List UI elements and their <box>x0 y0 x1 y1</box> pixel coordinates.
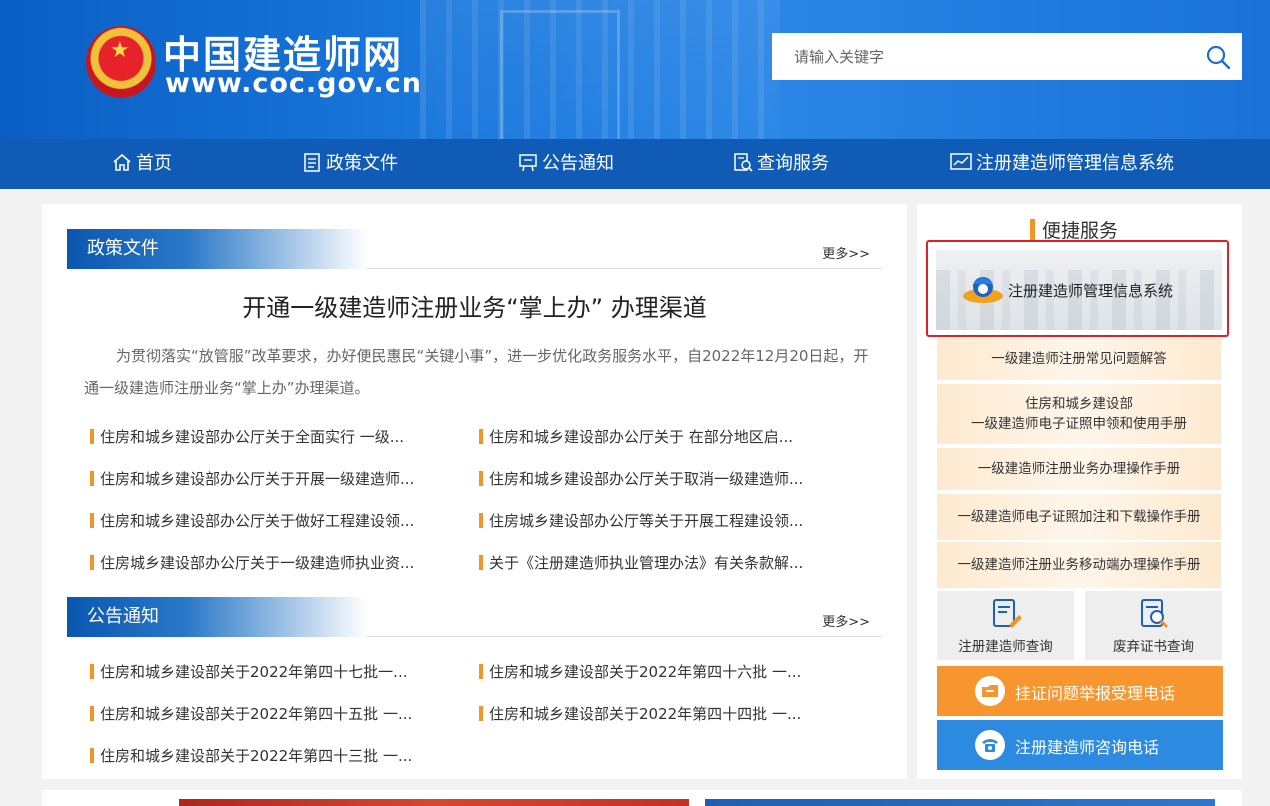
policy-section-header: 政策文件 更多>> <box>67 229 882 269</box>
national-emblem-logo[interactable]: ★ <box>86 26 156 98</box>
service-link-faq[interactable]: 一级建造师注册常见问题解答 <box>937 338 1221 380</box>
search-icon[interactable] <box>1204 43 1232 71</box>
certificate-search-icon <box>1141 599 1169 629</box>
headline-link[interactable]: 开通一级建造师注册业务“掌上办” 办理渠道 <box>42 288 907 323</box>
headline-summary: 为贯彻落实“放管服”改革要求，办好便民惠民“关键小事”，进一步优化政务服务水平，… <box>84 347 869 397</box>
service-link-line: 一级建造师电子证照申领和使用手册 <box>971 416 1187 432</box>
service-link-registration-manual[interactable]: 一级建造师注册业务办理操作手册 <box>937 448 1221 490</box>
nav-item-management-system[interactable]: 注册建造师管理信息系统 <box>950 139 1174 189</box>
management-system-banner[interactable]: 注册建造师管理信息系统 <box>936 250 1222 330</box>
policy-list-item[interactable]: 住房和城乡建设部办公厅关于 在部分地区启... <box>479 426 793 447</box>
notice-list-item[interactable]: 住房和城乡建设部关于2022年第四十五批 一... <box>90 703 412 724</box>
worker-avatar-icon <box>963 277 1003 303</box>
notice-list-item[interactable]: 住房和城乡建设部关于2022年第四十三批 一... <box>90 745 412 766</box>
header-background-building <box>500 10 620 139</box>
notice-list-item[interactable]: 住房和城乡建设部关于2022年第四十四批 一... <box>479 703 801 724</box>
chart-icon <box>950 153 972 170</box>
service-link-e-license-manual[interactable]: 住房和城乡建设部 一级建造师电子证照申领和使用手册 <box>937 384 1221 444</box>
policy-section-title[interactable]: 政策文件 <box>67 229 367 269</box>
policy-list-item[interactable]: 住房和城乡建设部办公厅关于取消一级建造师... <box>479 468 803 489</box>
main-nav: 首页 政策文件 公告通知 查询服务 注册建造师管理信息系统 <box>0 139 1270 189</box>
nav-item-policy[interactable]: 政策文件 <box>302 139 398 189</box>
nav-label: 公告通知 <box>542 153 614 174</box>
policy-list-item[interactable]: 住房城乡建设部办公厅关于一级建造师执业资... <box>90 552 414 573</box>
home-icon <box>113 153 131 171</box>
policy-list-item[interactable]: 关于《注册建造师执业管理办法》有关条款解... <box>479 552 803 573</box>
revoked-certificate-query-tile[interactable]: 废弃证书查询 <box>1085 591 1222 660</box>
search-input[interactable] <box>772 33 1192 80</box>
tile-label: 注册建造师查询 <box>958 639 1053 655</box>
nav-item-query[interactable]: 查询服务 <box>733 139 829 189</box>
notice-list-item[interactable]: 住房和城乡建设部关于2022年第四十六批 一... <box>479 661 801 682</box>
notice-list-item[interactable]: 住房和城乡建设部关于2022年第四十七批一... <box>90 661 407 682</box>
document-icon <box>304 153 320 172</box>
registry-search-icon <box>993 599 1022 628</box>
nav-label: 注册建造师管理信息系统 <box>976 153 1174 174</box>
bottom-banner-image-left[interactable] <box>179 799 689 806</box>
notice-section-title[interactable]: 公告通知 <box>67 597 367 637</box>
consult-hotline-label: 注册建造师咨询电话 <box>1015 738 1160 757</box>
service-link-license-download-manual[interactable]: 一级建造师电子证照加注和下载操作手册 <box>937 494 1221 540</box>
policy-list-item[interactable]: 住房和城乡建设部办公厅关于全面实行 一级... <box>90 426 404 447</box>
nav-label: 查询服务 <box>757 153 829 174</box>
policy-list-item[interactable]: 住房城乡建设部办公厅等关于开展工程建设领... <box>479 510 803 531</box>
report-icon-circle <box>975 676 1005 706</box>
nav-label: 首页 <box>136 153 172 174</box>
report-hotline-label: 挂证问题举报受理电话 <box>1015 684 1176 703</box>
policy-list-item[interactable]: 住房和城乡建设部办公厅关于开展一级建造师... <box>90 468 414 489</box>
service-link-line: 住房和城乡建设部 <box>1025 396 1133 412</box>
search-document-icon <box>734 153 753 172</box>
report-hotline-button[interactable]: 挂证问题举报受理电话 <box>937 666 1223 716</box>
registered-constructor-query-tile[interactable]: 注册建造师查询 <box>937 591 1074 660</box>
main-content-panel: 政策文件 更多>> 开通一级建造师注册业务“掌上办” 办理渠道 为贯彻落实“放管… <box>42 204 907 779</box>
site-header: ★ 中国建造师网 www.coc.gov.cn <box>0 0 1270 139</box>
services-panel: 便捷服务 注册建造师管理信息系统 一级建造师注册常见问题解答 住房和城乡建设部 … <box>917 204 1242 779</box>
tile-label: 废弃证书查询 <box>1113 639 1194 655</box>
notice-section-header: 公告通知 更多>> <box>67 597 882 637</box>
policy-more-link[interactable]: 更多>> <box>822 243 870 262</box>
policy-list-item[interactable]: 住房和城乡建设部办公厅关于做好工程建设领... <box>90 510 414 531</box>
nav-item-notice[interactable]: 公告通知 <box>518 139 614 189</box>
search-box <box>772 33 1242 80</box>
consult-hotline-button[interactable]: 注册建造师咨询电话 <box>937 720 1223 770</box>
folder-report-icon <box>982 685 998 697</box>
services-title: 便捷服务 <box>1030 216 1118 243</box>
phone-icon-circle <box>975 730 1005 760</box>
service-link-mobile-manual[interactable]: 一级建造师注册业务移动端办理操作手册 <box>937 542 1221 588</box>
notice-more-link[interactable]: 更多>> <box>822 611 870 630</box>
management-system-label: 注册建造师管理信息系统 <box>1008 282 1174 300</box>
site-logo-url: www.coc.gov.cn <box>165 68 422 99</box>
nav-label: 政策文件 <box>326 153 398 174</box>
nav-item-home[interactable]: 首页 <box>112 139 172 189</box>
telephone-icon <box>982 739 998 752</box>
notice-board-icon <box>519 154 537 172</box>
bottom-banner-image-right[interactable] <box>705 799 1215 806</box>
